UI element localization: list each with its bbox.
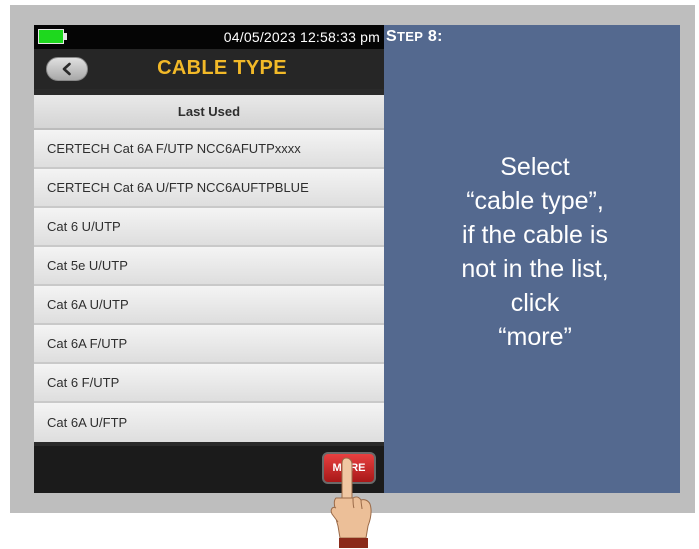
step-label: STEP 8: xyxy=(386,28,443,46)
instruction-line: “cable type”, xyxy=(466,187,604,215)
battery-icon xyxy=(38,29,67,44)
list-item[interactable]: Cat 6A F/UTP xyxy=(34,325,384,364)
pointing-hand-icon xyxy=(330,457,372,548)
list-item[interactable]: CERTECH Cat 6A U/FTP NCC6AUFTPBLUE xyxy=(34,169,384,208)
list-item[interactable]: Cat 6A U/FTP xyxy=(34,403,384,442)
title-bar: CABLE TYPE xyxy=(34,49,384,89)
list-item[interactable]: Cat 5e U/UTP xyxy=(34,247,384,286)
list-item[interactable]: Cat 6 F/UTP xyxy=(34,364,384,403)
instruction-line: if the cable is xyxy=(462,221,608,249)
step-number: 8: xyxy=(427,28,443,45)
status-datetime: 04/05/2023 12:58:33 pm xyxy=(223,29,380,45)
step-word-first: S xyxy=(386,28,397,45)
instruction-line: Select xyxy=(500,153,570,181)
status-bar: 04/05/2023 12:58:33 pm xyxy=(34,25,384,49)
instruction-line: not in the list, xyxy=(461,255,609,283)
list-item[interactable]: Cat 6 U/UTP xyxy=(34,208,384,247)
instruction-text: Select “cable type”, if the cable is not… xyxy=(390,150,680,354)
page-title: CABLE TYPE xyxy=(157,57,287,79)
instruction-line: click xyxy=(510,289,560,317)
cable-type-list: Last Used CERTECH Cat 6A F/UTP NCC6AFUTP… xyxy=(34,95,384,442)
instruction-line: “more” xyxy=(498,323,572,351)
list-header-last-used: Last Used xyxy=(34,95,384,130)
device-screen: 04/05/2023 12:58:33 pm CABLE TYPE Last U… xyxy=(34,25,384,493)
list-item[interactable]: Cat 6A U/UTP xyxy=(34,286,384,325)
step-word-rest: TEP xyxy=(396,29,424,44)
list-item[interactable]: CERTECH Cat 6A F/UTP NCC6AFUTPxxxx xyxy=(34,130,384,169)
